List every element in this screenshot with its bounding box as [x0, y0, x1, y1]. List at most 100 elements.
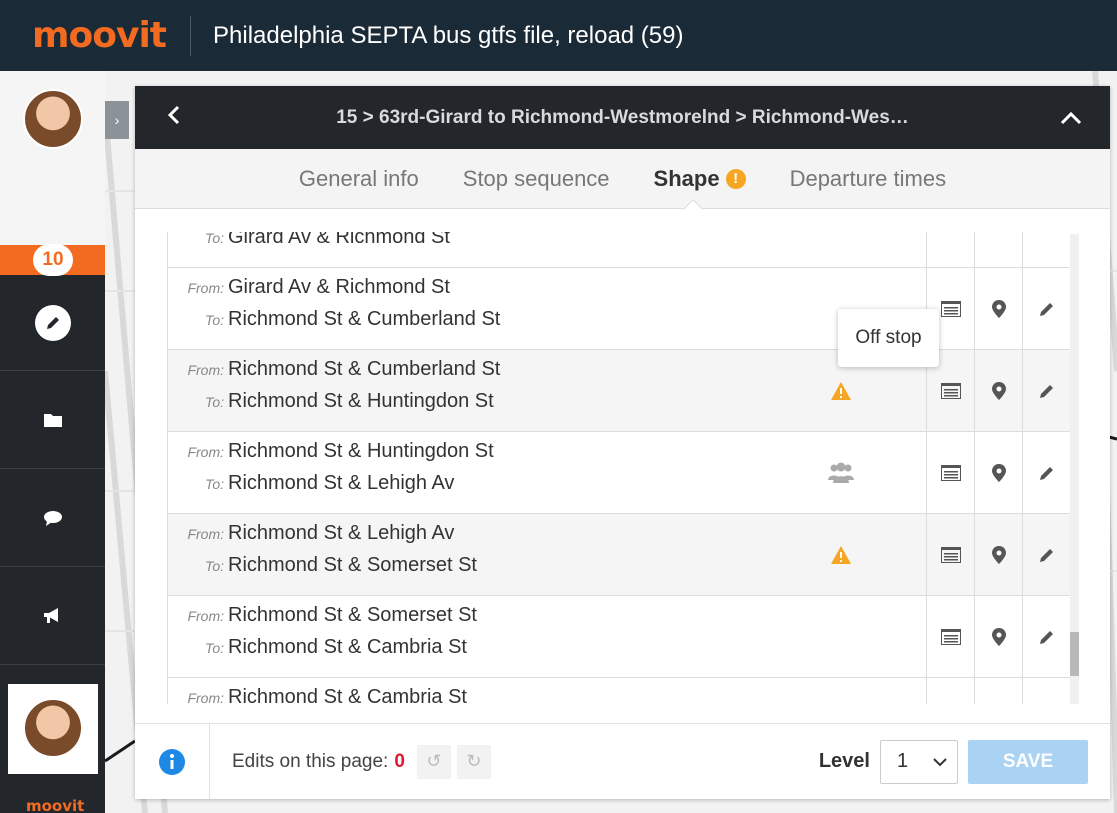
scrollbar-thumb[interactable] [1070, 632, 1079, 676]
notification-badge[interactable]: 10 [33, 244, 73, 276]
info-button[interactable] [135, 724, 210, 799]
level-value: 1 [897, 750, 909, 772]
tab-label: Shape [653, 165, 720, 191]
segment-text: From: Richmond St & Huntingdon St To: Rich… [184, 440, 493, 504]
segment-text: To: Girard Av & Richmond St [184, 232, 450, 258]
warning-icon[interactable] [826, 378, 856, 404]
details-button[interactable] [926, 596, 974, 677]
details-button[interactable] [926, 678, 974, 704]
list-icon [940, 300, 961, 317]
panel-footer: Edits on this page: 0 ↺ ↻ Level 1 SAVE [135, 723, 1110, 799]
topbar-divider [190, 15, 191, 56]
map-pin-icon [991, 545, 1006, 564]
segment-to: To: Richmond St & Cambria St [184, 636, 477, 668]
undo-icon: ↺ [426, 751, 442, 771]
warning-icon: ! [725, 168, 746, 189]
to-stop: Richmond St & Cambria St [228, 636, 467, 658]
folder-icon [43, 414, 62, 427]
edit-button[interactable] [1022, 268, 1070, 349]
sidebar-item-announcements[interactable] [0, 567, 105, 665]
pencil-icon [1039, 548, 1053, 562]
level-select[interactable]: 1 [880, 739, 958, 784]
segment-row[interactable]: From: Richmond St & Cambria St [167, 678, 1070, 704]
to-label: To: [205, 312, 224, 328]
edits-count: 0 [394, 750, 405, 772]
from-label: From: [187, 362, 224, 378]
from-label: From: [187, 608, 224, 624]
edit-button[interactable] [1022, 678, 1070, 704]
chevron-right-icon: › [114, 112, 120, 128]
redo-icon: ↻ [466, 751, 482, 771]
collapse-panel-button[interactable] [1056, 104, 1086, 132]
from-stop: Girard Av & Richmond St [228, 276, 450, 298]
to-label: To: [205, 476, 224, 492]
back-button[interactable] [159, 104, 189, 132]
segment-row[interactable]: To: Girard Av & Richmond St [167, 232, 1070, 268]
tab-shape[interactable]: Shape! [654, 166, 746, 192]
edit-button[interactable] [1022, 432, 1070, 513]
tab-label: Stop sequence [462, 165, 610, 191]
edit-button[interactable] [1022, 514, 1070, 595]
segment-from: From: Girard Av & Richmond St [184, 276, 500, 308]
tab-stop-sequence[interactable]: Stop sequence [463, 166, 610, 192]
avatar[interactable] [23, 89, 83, 149]
warning-icon[interactable] [826, 542, 856, 568]
to-label: To: [205, 558, 224, 574]
locate-button[interactable] [974, 350, 1022, 431]
edits-counter: Edits on this page: 0 ↺ ↻ [232, 744, 491, 779]
tab-label: Departure times [789, 165, 947, 191]
edit-button[interactable] [1022, 596, 1070, 677]
segment-text: From: Richmond St & Lehigh Av To: Richmond… [184, 522, 477, 586]
tooltip: Off stop [838, 309, 939, 367]
details-button[interactable] [926, 232, 974, 267]
segment-actions [926, 514, 1070, 595]
sidebar-item-chat[interactable] [0, 469, 105, 567]
segment-to: To: Richmond St & Huntingdon St [184, 390, 500, 422]
segment-actions [926, 432, 1070, 513]
edit-button[interactable] [1022, 232, 1070, 267]
expand-sidebar-button[interactable]: › [105, 101, 129, 139]
locate-button[interactable] [974, 678, 1022, 704]
segment-row[interactable]: From: Richmond St & Somerset St To: Richmo… [167, 596, 1070, 678]
active-tab-indicator [683, 199, 703, 219]
details-button[interactable] [926, 514, 974, 595]
redo-button[interactable]: ↻ [456, 744, 491, 779]
from-stop: Richmond St & Lehigh Av [228, 522, 455, 544]
locate-button[interactable] [974, 596, 1022, 677]
segment-to: To: Richmond St & Somerset St [184, 554, 477, 586]
locate-button[interactable] [974, 514, 1022, 595]
user-card[interactable] [8, 684, 98, 774]
people-icon[interactable] [826, 460, 856, 486]
to-label: To: [205, 232, 224, 246]
level-label: Level [818, 750, 870, 772]
segment-actions [926, 596, 1070, 677]
tab-departure-times[interactable]: Departure times [790, 166, 947, 192]
level-control: Level 1 SAVE [818, 739, 1110, 784]
locate-button[interactable] [974, 268, 1022, 349]
info-icon [159, 748, 185, 775]
details-button[interactable] [926, 432, 974, 513]
sidebar-footer-logo: moovit [26, 797, 85, 813]
to-stop: Richmond St & Lehigh Av [228, 472, 455, 494]
segment-row[interactable]: From: Richmond St & Lehigh Av To: Richmond… [167, 514, 1070, 596]
from-label: From: [187, 526, 224, 542]
segment-list[interactable]: To: Girard Av & Richmond St From: Girard A… [167, 232, 1080, 704]
locate-button[interactable] [974, 232, 1022, 267]
locate-button[interactable] [974, 432, 1022, 513]
app-title: Philadelphia SEPTA bus gtfs file, reload… [213, 21, 684, 49]
segment-actions [926, 232, 1070, 267]
tab-general-info[interactable]: General info [299, 166, 419, 192]
map-pin-icon [991, 299, 1006, 318]
sidebar-item-folder[interactable] [0, 371, 105, 469]
segment-row[interactable]: From: Richmond St & Huntingdon St To: Rich… [167, 432, 1070, 514]
avatar [23, 698, 83, 758]
edit-button[interactable] [1022, 350, 1070, 431]
save-button[interactable]: SAVE [968, 739, 1088, 784]
pencil-icon [1039, 384, 1053, 398]
scrollbar[interactable] [1070, 234, 1079, 704]
notification-strip: 10 [0, 244, 105, 276]
moovit-logo[interactable]: moovit [32, 15, 172, 56]
from-stop: Richmond St & Cumberland St [228, 358, 501, 380]
sidebar-item-edit[interactable] [0, 275, 105, 371]
undo-button[interactable]: ↺ [416, 744, 451, 779]
